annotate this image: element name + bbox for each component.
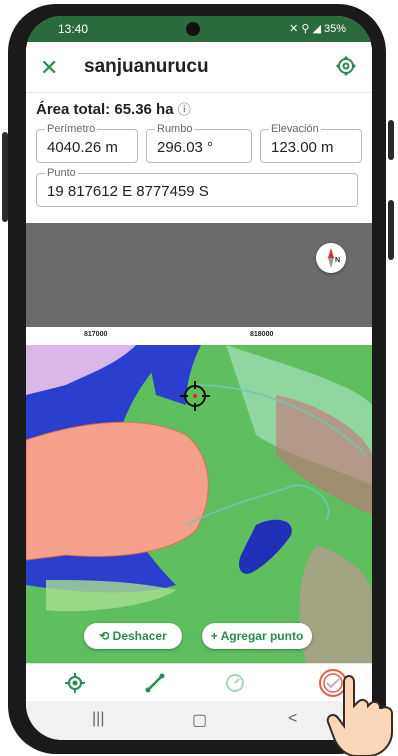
undo-button[interactable]: ⟲ Deshacer xyxy=(84,623,182,649)
grid-label-strip: 817000 818000 xyxy=(26,327,372,345)
info-icon[interactable]: ⓘ xyxy=(178,102,191,117)
camera-cutout xyxy=(186,22,200,36)
status-bar: 13:40 ✕ ⚲ ◢ 35% xyxy=(26,16,372,42)
area-total-label: Área total: 65.36 ha ⓘ xyxy=(36,99,191,118)
satellite-map[interactable]: ⟲ Deshacer + Agregar punto xyxy=(26,345,372,663)
punto-value: 19 817612 E 8777459 S xyxy=(47,183,209,200)
location-tool-icon[interactable] xyxy=(64,672,86,694)
rumbo-label: Rumbo xyxy=(155,123,195,135)
measurement-panel: Área total: 65.36 ha ⓘ Perímetro 4040.26… xyxy=(26,93,372,223)
tap-hand-icon xyxy=(326,675,393,756)
compass-letter: N xyxy=(335,257,340,264)
add-point-label: + Agregar punto xyxy=(210,629,304,643)
undo-label: ⟲ Deshacer xyxy=(99,629,167,643)
status-time: 13:40 xyxy=(58,22,89,36)
screen: 13:40 ✕ ⚲ ◢ 35% ✕ sanjuanurucu Área tota… xyxy=(26,16,372,740)
add-point-button[interactable]: + Agregar punto xyxy=(202,623,312,649)
grid-label-1: 817000 xyxy=(84,331,108,338)
punto-field: Punto 19 817612 E 8777459 S xyxy=(36,167,358,207)
battery-level: 35% xyxy=(323,23,346,35)
elevacion-label: Elevación xyxy=(269,123,321,135)
grid-label-2: 818000 xyxy=(250,331,274,338)
compass-icon[interactable]: N xyxy=(316,243,346,273)
crosshair-icon[interactable] xyxy=(178,379,212,413)
system-nav-bar: ||| ▢ < xyxy=(26,701,372,740)
volume-button xyxy=(2,132,8,222)
area-total-text: Área total: 65.36 ha xyxy=(36,101,174,118)
app-bar: ✕ sanjuanurucu xyxy=(26,42,372,93)
elevacion-field: Elevación 123.00 m xyxy=(260,123,362,163)
home-icon[interactable]: ▢ xyxy=(192,710,207,730)
recent-apps-icon[interactable]: ||| xyxy=(92,710,104,728)
side-button xyxy=(388,200,394,260)
back-icon[interactable]: < xyxy=(288,710,297,728)
perimetro-field: Perímetro 4040.26 m xyxy=(36,123,138,163)
punto-label: Punto xyxy=(45,167,78,179)
elevacion-value: 123.00 m xyxy=(271,139,334,156)
bottom-toolbar xyxy=(26,663,372,702)
line-tool-icon[interactable] xyxy=(144,672,166,694)
power-button xyxy=(388,120,394,160)
rumbo-field: Rumbo 296.03 ° xyxy=(146,123,252,163)
close-icon[interactable]: ✕ xyxy=(40,55,58,81)
measure-tool-icon[interactable] xyxy=(224,672,246,694)
rumbo-value: 296.03 ° xyxy=(157,139,214,156)
perimetro-value: 4040.26 m xyxy=(47,139,118,156)
status-icons: ✕ ⚲ ◢ 35% xyxy=(289,23,346,35)
map-blank-area[interactable] xyxy=(26,223,372,327)
perimetro-label: Perímetro xyxy=(45,123,98,135)
settings-icon[interactable] xyxy=(336,56,356,76)
page-title: sanjuanurucu xyxy=(84,56,209,77)
